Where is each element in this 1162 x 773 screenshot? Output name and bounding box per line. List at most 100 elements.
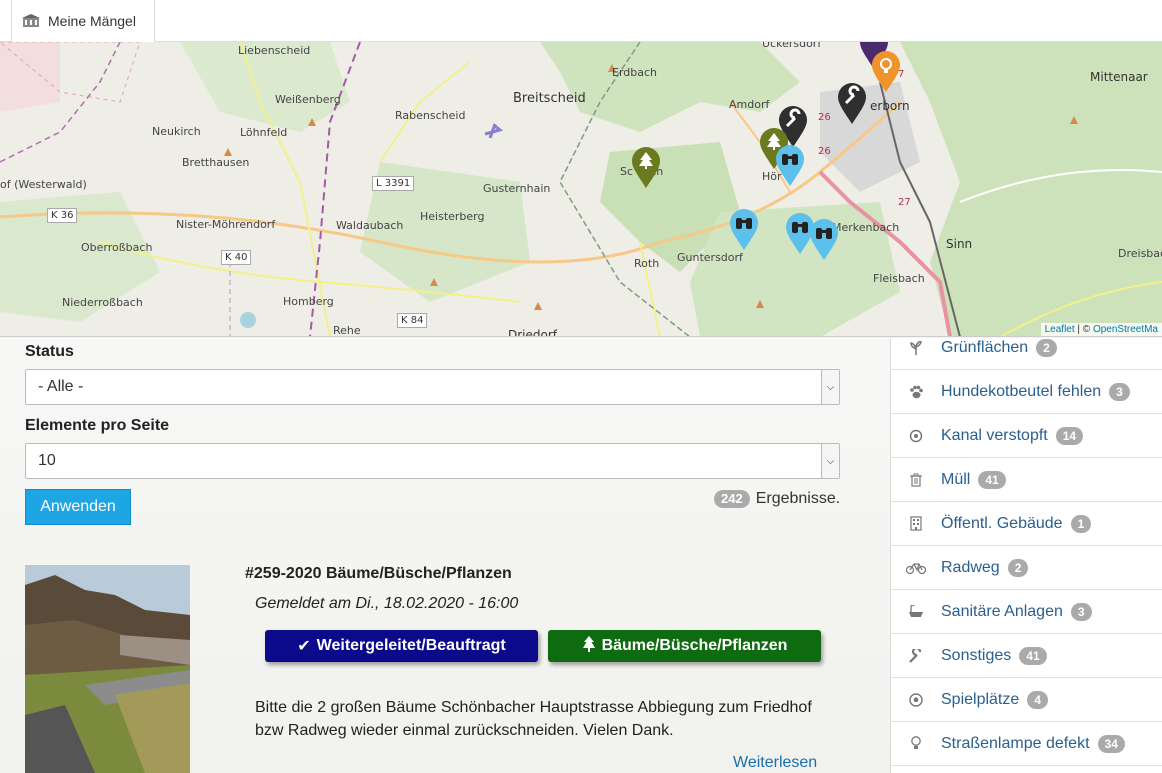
sidebar-item-count: 4 [1027, 690, 1048, 709]
bicycle-icon [891, 562, 941, 574]
map-label: Breitscheid [513, 91, 586, 106]
status-select-value: - Alle - [38, 378, 84, 395]
ball-icon [891, 692, 941, 707]
map-label: Rehe [333, 324, 361, 337]
map-label: Amdorf [729, 98, 770, 111]
sidebar-item-label: Sanitäre Anlagen [941, 602, 1063, 620]
road-badge: K 36 [47, 208, 78, 223]
sidebar-item-label: Sonstiges [941, 646, 1012, 664]
map-label: Oberroßbach [81, 241, 153, 254]
road-badge: K 84 [397, 313, 428, 328]
per-page-select-value: 10 [38, 452, 56, 469]
map-marker-wrench[interactable] [836, 83, 868, 125]
sidebar-item-label: Radweg [941, 558, 1000, 576]
sidebar-item-count: 34 [1097, 734, 1125, 753]
sidebar-item-oeffentl-gebaeude[interactable]: Öffentl. Gebäude 1 [891, 502, 1162, 546]
map-tiles [0, 42, 1162, 336]
map-label: Guntersdorf [677, 251, 743, 264]
map-marker-binoculars[interactable] [808, 219, 840, 261]
sidebar-item-sanitaere-anlagen[interactable]: Sanitäre Anlagen 3 [891, 590, 1162, 634]
sidebar-item-count: 14 [1055, 426, 1084, 445]
item-description: Bitte die 2 großen Bäume Schönbacher Hau… [255, 699, 812, 739]
sidebar-item-kanal[interactable]: Kanal verstopft 14 [891, 414, 1162, 458]
apply-button[interactable]: Anwenden [25, 489, 131, 525]
item-title[interactable]: #259-2020 Bäume/Büsche/Pflanzen [245, 565, 512, 583]
map-label: Sinn [946, 237, 973, 251]
sidebar-item-label: Straßenlampe defekt [941, 734, 1090, 752]
wrench-icon [891, 648, 941, 663]
building-icon [22, 14, 40, 28]
map-marker-binoculars[interactable] [774, 145, 806, 187]
road-badge: L 3391 [372, 176, 415, 191]
map-label: Löhnfeld [240, 126, 288, 139]
map-label: Mittenaar [1090, 70, 1148, 84]
status-tag[interactable]: ✔ Weitergeleitet/Beauftragt [265, 630, 538, 662]
top-bar: Meine Mängel [0, 0, 1162, 42]
category-sidebar: Grünflächen 2 Hundekotbeutel fehlen 3 Ka… [890, 338, 1162, 773]
sidebar-item-label: Grünflächen [941, 338, 1029, 356]
road-number: 26 [818, 146, 831, 157]
road-number: 27 [898, 197, 911, 208]
map-label: Liebenscheid [238, 44, 311, 57]
main-content: Status - Alle - ⌵ Elemente pro Seite 10 … [0, 338, 890, 773]
results-count-badge: 242 [714, 490, 750, 508]
chevron-down-icon: ⌵ [821, 370, 839, 404]
sidebar-item-strassenlampe[interactable]: Straßenlampe defekt 34 [891, 722, 1162, 766]
sidebar-item-label: Hundekotbeutel fehlen [941, 382, 1102, 400]
results-label: Ergebnisse. [755, 490, 841, 507]
map-label: Homberg [283, 295, 334, 308]
tab-meine-maengel[interactable]: Meine Mängel [11, 0, 155, 42]
map-label: of (Westerwald) [0, 178, 87, 191]
road-number: 26 [818, 112, 831, 123]
map-label: Erdbach [612, 66, 658, 79]
lightbulb-icon [891, 736, 941, 751]
sidebar-item-count: 3 [1070, 602, 1092, 621]
map-label: Uckersdorf [762, 42, 822, 50]
item-thumbnail[interactable] [25, 565, 190, 773]
status-select[interactable]: - Alle - ⌵ [25, 369, 840, 405]
paw-icon [891, 385, 941, 399]
tab-label: Meine Mängel [48, 13, 136, 29]
sidebar-item-label: Müll [941, 470, 971, 488]
sidebar-item-count: 41 [978, 470, 1006, 489]
sidebar-item-radweg[interactable]: Radweg 2 [891, 546, 1162, 590]
sidebar-item-hundekotbeutel[interactable]: Hundekotbeutel fehlen 3 [891, 370, 1162, 414]
sidebar-item-count: 3 [1109, 382, 1130, 401]
map-label: Bretthausen [182, 156, 250, 169]
map-label: Nister-Möhrendorf [176, 218, 276, 231]
sidebar-item-spielplaetze[interactable]: Spielplätze 4 [891, 678, 1162, 722]
per-page-label: Elemente pro Seite [25, 417, 170, 434]
item-date: Gemeldet am Di., 18.02.2020 - 16:00 [255, 595, 519, 612]
map-marker-binoculars[interactable] [728, 209, 760, 251]
map-label: Waldaubach [336, 219, 404, 232]
tree-icon [582, 635, 596, 657]
chevron-down-icon: ⌵ [821, 444, 839, 478]
map-label: Neukirch [152, 125, 201, 138]
map-label: Heisterberg [420, 210, 485, 223]
map-label: Dreisbach [1118, 247, 1162, 260]
per-page-select[interactable]: 10 ⌵ [25, 443, 840, 479]
sidebar-item-muell[interactable]: Müll 41 [891, 458, 1162, 502]
check-icon: ✔ [297, 638, 311, 655]
map[interactable]: Liebenscheid Erdbach Uckersdorf Mittenaa… [0, 42, 1162, 337]
map-label: Roth [634, 257, 660, 270]
map-marker-lightbulb[interactable] [870, 51, 902, 93]
sidebar-item-count: 2 [1036, 338, 1057, 357]
map-marker-tree[interactable] [630, 147, 662, 189]
trash-icon [891, 473, 941, 487]
category-tag[interactable]: Bäume/Büsche/Pflanzen [548, 630, 821, 662]
map-label: Gusternhain [483, 182, 551, 195]
sidebar-item-label: Öffentl. Gebäude [941, 514, 1063, 532]
map-label: Weißenberg [275, 93, 341, 106]
map-label: Merkenbach [832, 221, 900, 234]
map-label: erborn [870, 99, 910, 113]
sidebar-item-count: 41 [1019, 646, 1047, 665]
map-label: Fleisbach [873, 272, 925, 285]
bathtub-icon [891, 604, 941, 619]
sidebar-item-sonstiges[interactable]: Sonstiges 41 [891, 634, 1162, 678]
sidebar-item-count: 2 [1007, 558, 1029, 577]
sidebar-item-gruenflaechen[interactable]: Grünflächen 2 [891, 326, 1162, 370]
category-tag-label: Bäume/Büsche/Pflanzen [601, 637, 788, 654]
read-more-link[interactable]: Weiterlesen [733, 754, 817, 772]
road-badge: K 40 [221, 250, 252, 265]
